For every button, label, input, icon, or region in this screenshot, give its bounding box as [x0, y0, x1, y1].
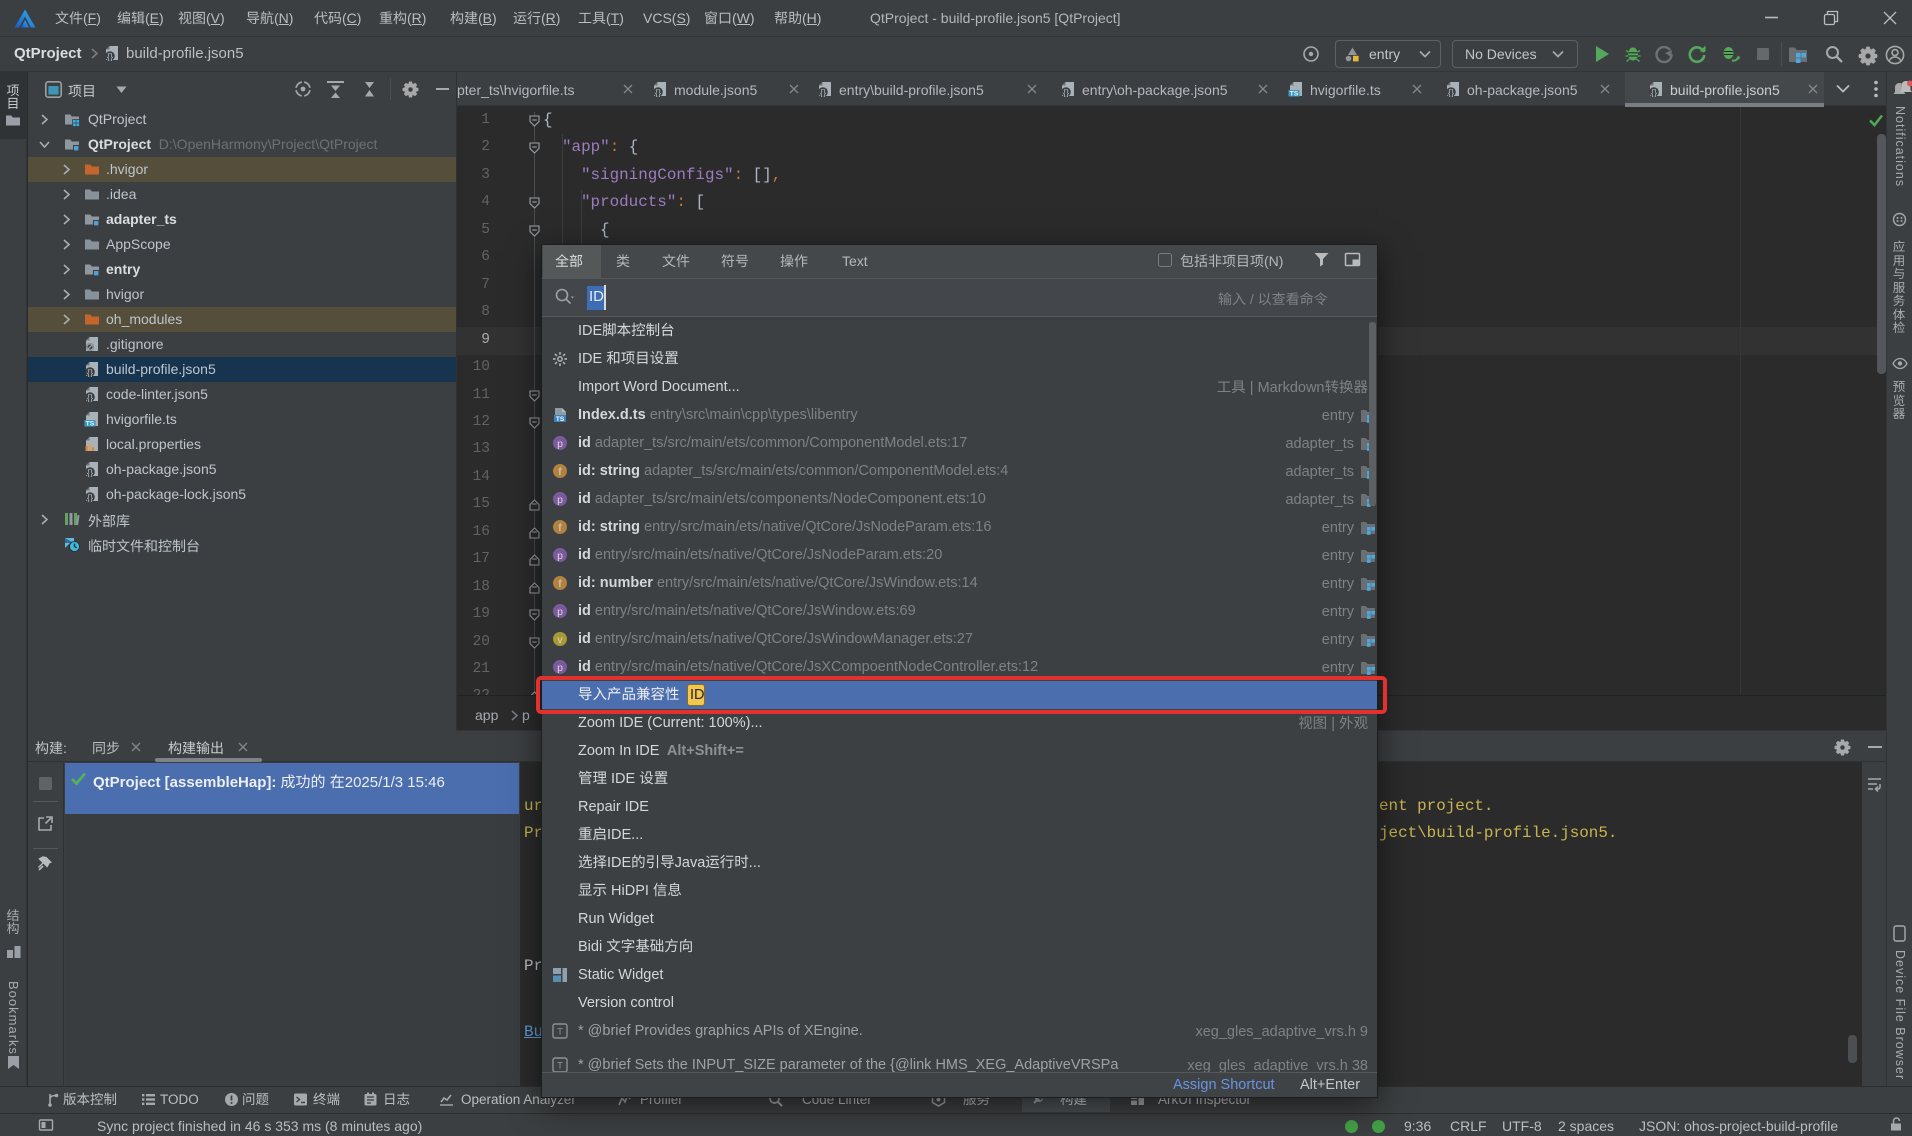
svg-text:TS: TS — [1290, 91, 1299, 97]
svg-text:{}: {} — [820, 87, 826, 97]
svg-text:{}: {} — [87, 367, 93, 377]
svg-text:{}: {} — [1063, 87, 1069, 97]
svg-text:{}: {} — [1651, 87, 1657, 97]
svg-text:{}: {} — [107, 51, 113, 61]
svg-text:{}: {} — [1448, 87, 1454, 97]
svg-text:{}: {} — [655, 87, 661, 97]
